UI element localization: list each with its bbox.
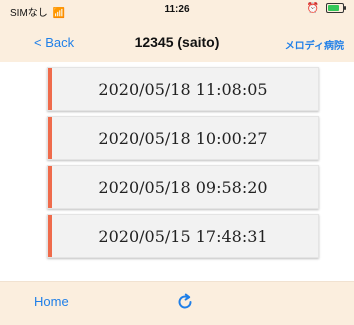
- record-datetime: 2020/05/15 17:48:31: [98, 227, 268, 246]
- record-datetime: 2020/05/18 09:58:20: [98, 178, 268, 197]
- status-bar: SIMなし 📶 11:26 ⏰: [0, 0, 354, 20]
- home-button[interactable]: Home: [34, 294, 69, 309]
- bottom-toolbar: Home: [0, 281, 354, 325]
- record-datetime: 2020/05/18 11:08:05: [98, 80, 268, 99]
- record-item[interactable]: 2020/05/18 11:08:05: [47, 67, 319, 111]
- record-datetime: 2020/05/18 10:00:27: [98, 129, 268, 148]
- alarm-icon: ⏰: [306, 3, 320, 14]
- record-item[interactable]: 2020/05/15 17:48:31: [47, 214, 319, 258]
- refresh-icon[interactable]: [173, 290, 197, 314]
- record-item[interactable]: 2020/05/18 09:58:20: [47, 165, 319, 209]
- top-bar: SIMなし 📶 11:26 ⏰ < Back 12345 (saito) メロデ…: [0, 0, 354, 62]
- hospital-button[interactable]: メロディ病院: [285, 37, 344, 52]
- navigation-bar: < Back 12345 (saito) メロディ病院: [0, 26, 354, 62]
- record-item[interactable]: 2020/05/18 10:00:27: [47, 116, 319, 160]
- battery-icon: [326, 3, 346, 14]
- record-list: 2020/05/18 11:08:05 2020/05/18 10:00:27 …: [47, 67, 319, 263]
- status-right: ⏰: [306, 3, 346, 14]
- status-time: 11:26: [164, 4, 190, 15]
